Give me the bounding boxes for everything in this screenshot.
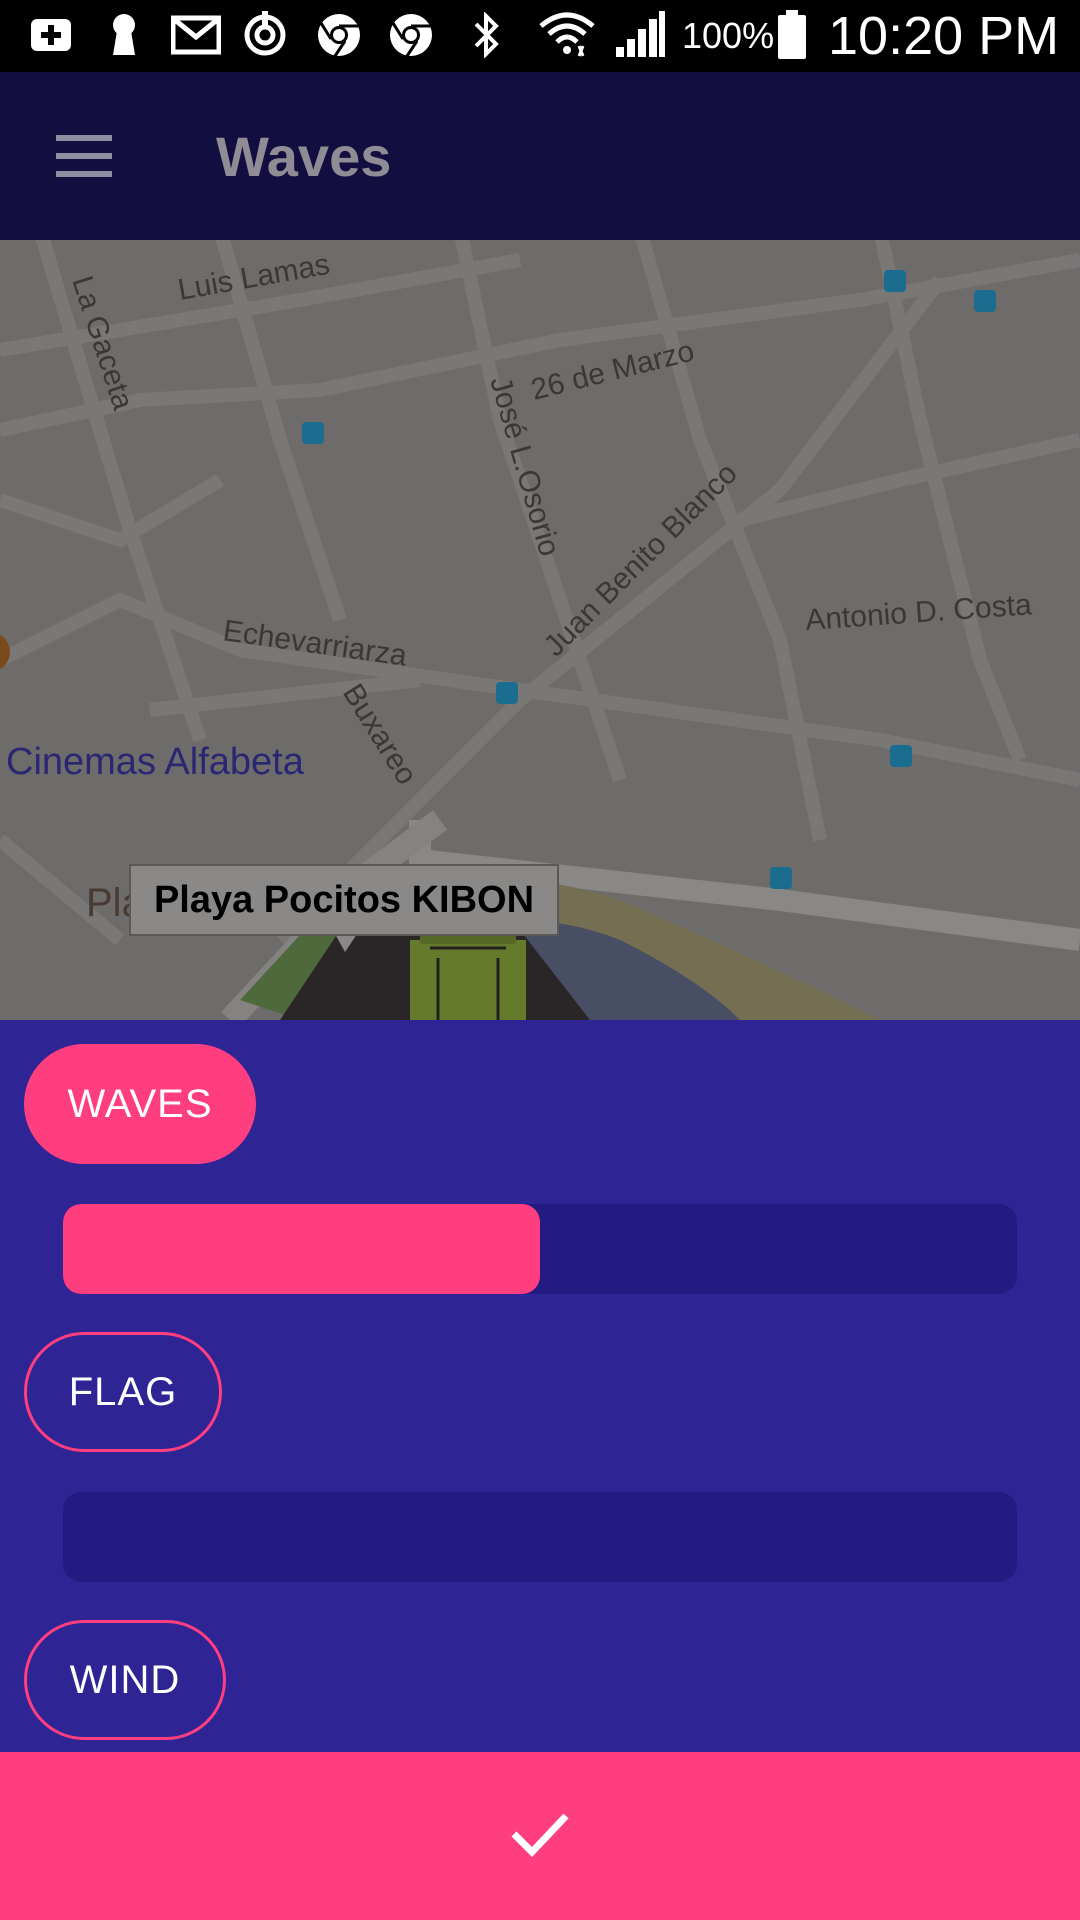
keyhole-icon — [104, 12, 144, 58]
filter-chip-waves[interactable]: WAVES — [24, 1044, 256, 1164]
waves-level-slider[interactable] — [63, 1204, 1017, 1294]
signal-icon — [612, 11, 668, 58]
map-place-label[interactable]: Cinemas Alfabeta — [6, 741, 305, 783]
battery-icon — [776, 10, 808, 59]
confirm-button[interactable] — [0, 1752, 1080, 1920]
map-label-juan-benito-blanco: Juan Benito Blanco — [538, 457, 744, 663]
chrome-icon — [386, 12, 436, 58]
status-bar: 100% 10:20 PM — [0, 0, 1080, 72]
filter-chip-label: FLAG — [68, 1369, 178, 1414]
filter-chip-flag[interactable]: FLAG — [24, 1332, 222, 1452]
hamburger-icon[interactable] — [40, 124, 128, 188]
clock: 10:20 PM — [828, 6, 1060, 66]
battery-percent: 100% — [682, 15, 775, 56]
filter-sheet: WAVES FLAG WIND — [0, 1020, 1080, 1752]
waves-level-fill — [63, 1204, 540, 1294]
wifi-icon — [536, 12, 598, 58]
filter-chip-wind[interactable]: WIND — [24, 1620, 226, 1740]
filter-chip-label: WIND — [69, 1657, 181, 1702]
page-title: Waves — [216, 124, 392, 188]
filter-chip-label: WAVES — [67, 1081, 213, 1126]
app-bar: Waves — [0, 72, 1080, 240]
chrome-icon — [314, 12, 364, 58]
marker-tooltip: Playa Pocitos KIBON — [154, 879, 534, 921]
checkmark-icon — [510, 1810, 570, 1863]
bluetooth-icon — [466, 12, 506, 58]
map-label-antonio-d-costa: Antonio D. Costa — [804, 588, 1033, 637]
beach-marker[interactable]: Playa Pocitos KIBON — [129, 864, 590, 1020]
map-label-buxareo: Buxareo — [336, 678, 423, 790]
sync-icon — [240, 11, 290, 58]
flag-level-slider[interactable] — [63, 1492, 1017, 1582]
plus-box-icon — [28, 12, 74, 58]
gmail-icon — [170, 12, 222, 58]
map-view[interactable]: Luis Lamas La Gaceta 26 de Marzo José L.… — [0, 240, 1080, 1020]
